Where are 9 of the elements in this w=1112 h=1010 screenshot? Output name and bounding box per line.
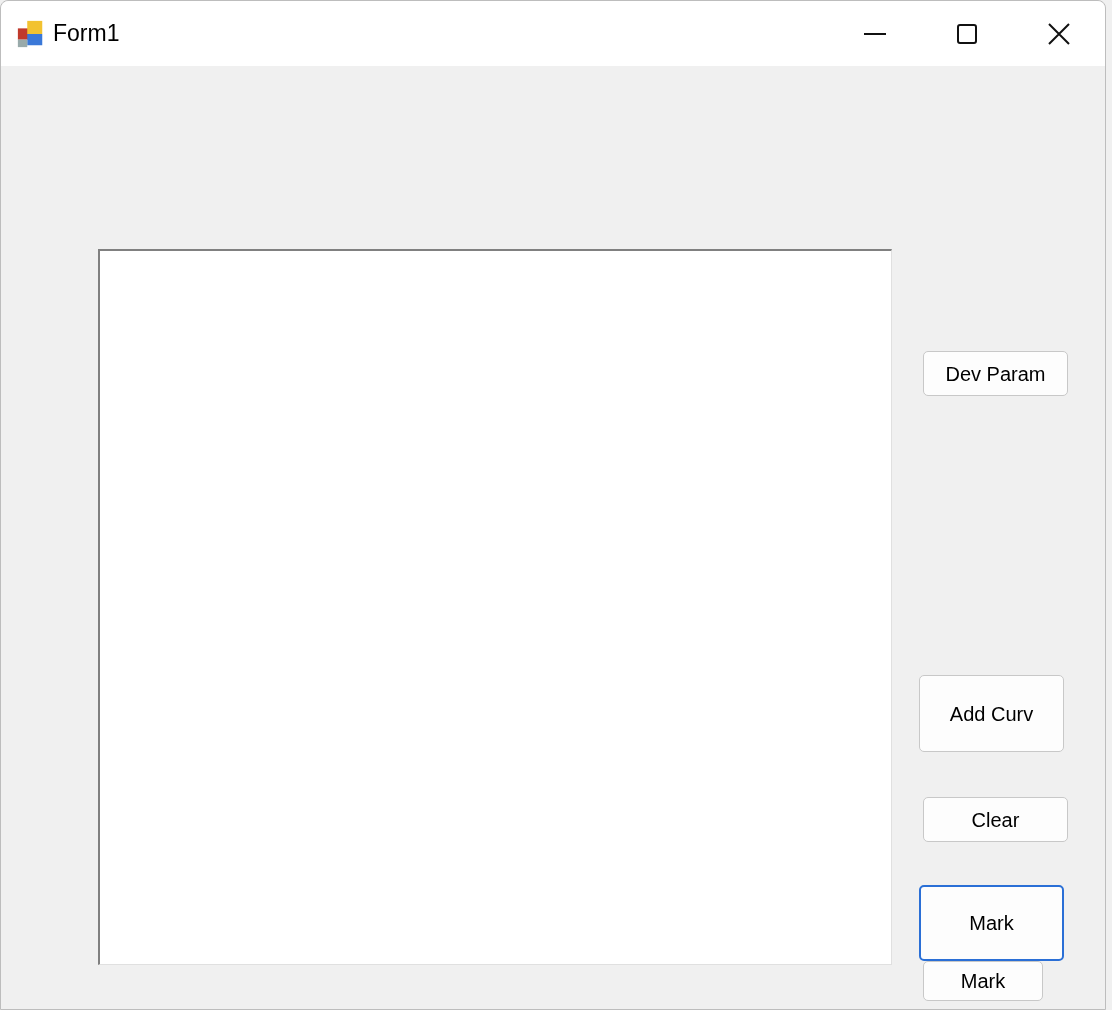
form-button[interactable]: Add Curv	[919, 675, 1064, 752]
window-title: Form1	[53, 19, 120, 49]
form-button[interactable]: Mark	[923, 961, 1043, 1001]
form-button[interactable]: Dev Param	[923, 351, 1068, 396]
maximize-icon	[957, 23, 977, 44]
close-icon	[1048, 22, 1070, 45]
minimize-icon	[864, 32, 886, 35]
form-button[interactable]: Clear	[923, 797, 1068, 842]
form-button[interactable]: Mark	[919, 885, 1064, 961]
